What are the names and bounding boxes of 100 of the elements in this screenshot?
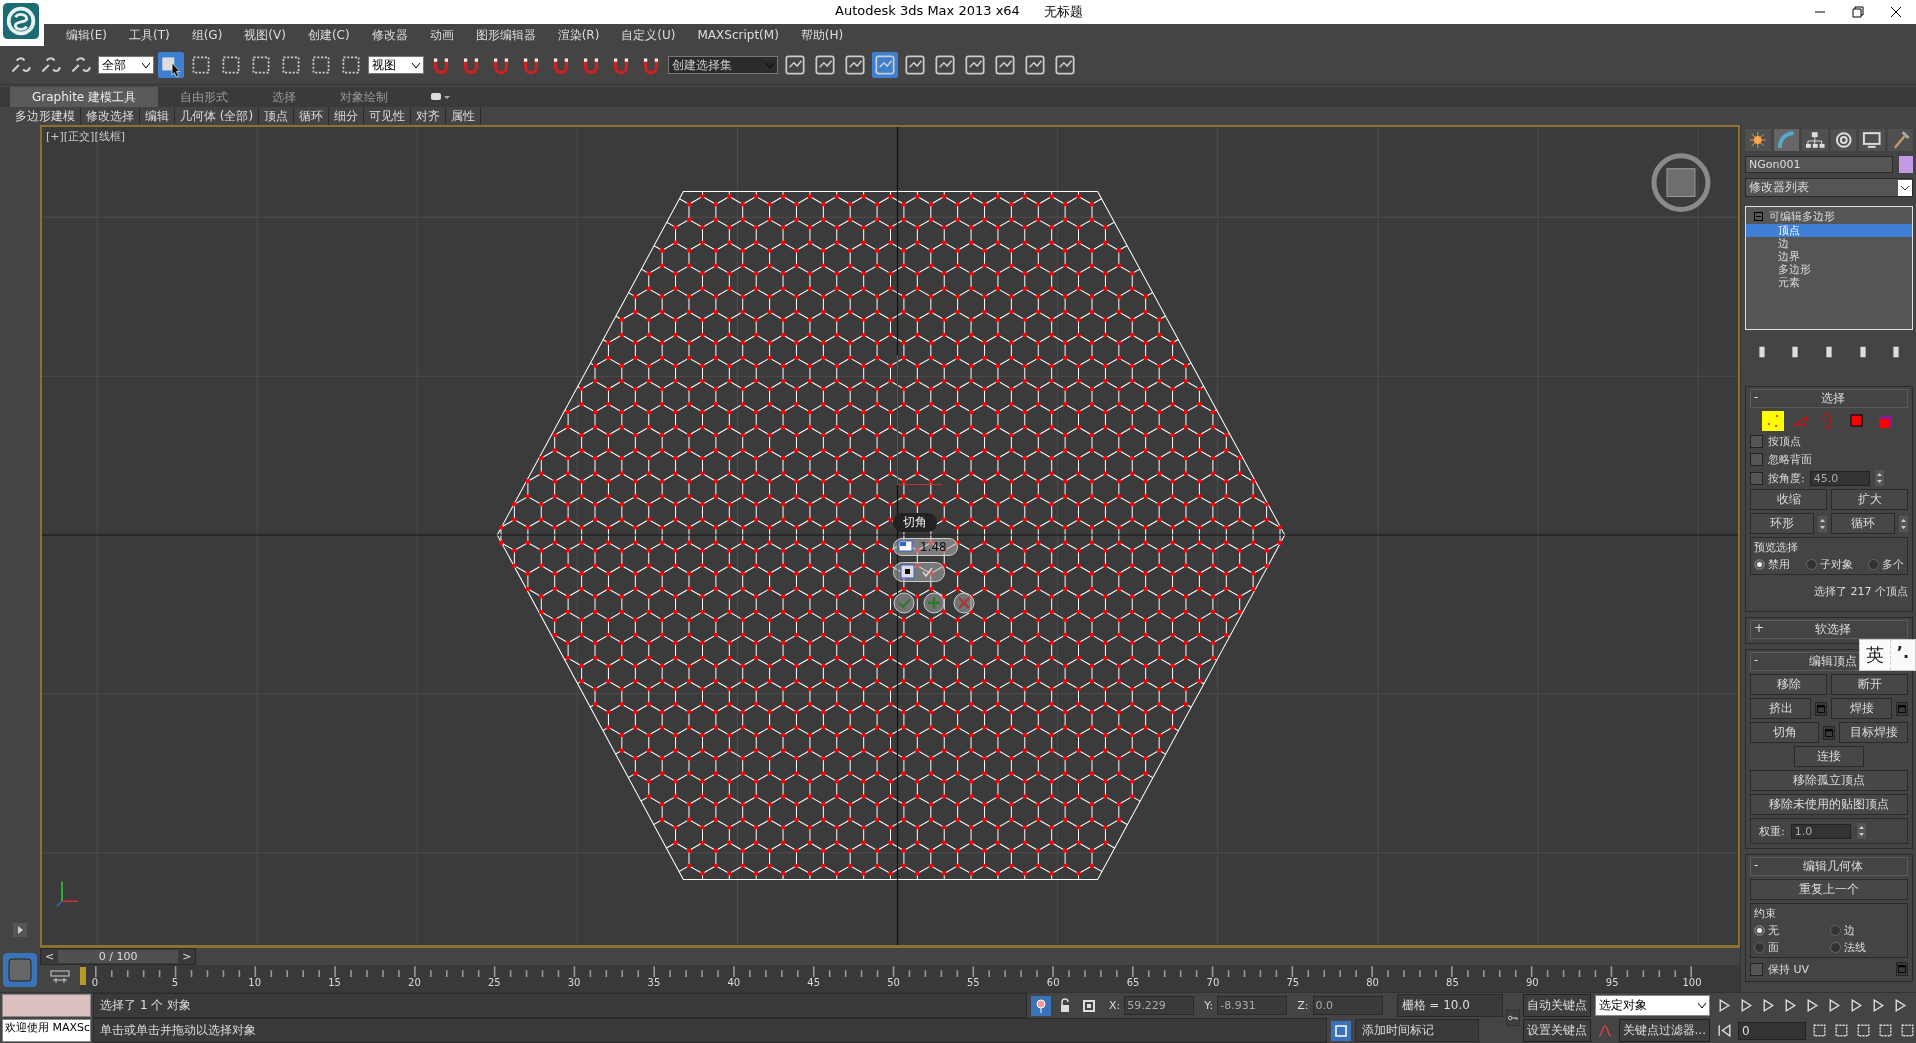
coordinate-field[interactable]: 0.0: [1312, 996, 1383, 1015]
tick-label: 35: [647, 977, 661, 988]
tick-label: 75: [1286, 977, 1300, 988]
menu-item[interactable]: 视图(V): [232, 26, 296, 44]
tick-label: 0: [91, 977, 99, 988]
tick-label: 45: [807, 977, 820, 988]
tick-label: 15: [328, 977, 341, 988]
radio-label: 子对象: [1819, 557, 1853, 572]
grid-size: 栅格 = 10.0: [1396, 994, 1503, 1017]
stack-subitem[interactable]: 边: [1746, 237, 1912, 250]
tick-label: 30: [567, 977, 581, 988]
object-name-field[interactable]: NGon001: [1745, 156, 1893, 173]
document-title: 无标题: [1043, 3, 1083, 21]
ribbon-tab[interactable]: 对象绘制: [318, 86, 411, 108]
ribbon-tab[interactable]: Graphite 建模工具: [10, 86, 159, 108]
tick-label: 70: [1206, 977, 1220, 988]
key-mode-dropdown[interactable]: 选定对象: [1594, 995, 1710, 1016]
menu-item[interactable]: 组(G): [179, 26, 233, 44]
coordinate-field[interactable]: 59.229: [1124, 996, 1195, 1015]
radio-label: 多个: [1882, 557, 1904, 572]
panel-button[interactable]: 重复上一个: [1750, 879, 1908, 900]
modifier-list-dropdown[interactable]: 修改器列表: [1745, 178, 1913, 197]
menu-item[interactable]: 工具(T): [116, 26, 180, 44]
ribbon-tab[interactable]: 选择: [250, 86, 319, 108]
panel-button[interactable]: 扩大: [1831, 489, 1908, 510]
prompt-text: 单击或单击并拖动以选择对象: [93, 1018, 1328, 1043]
checkbox-label: 保持 UV: [1768, 961, 1810, 977]
menu-item[interactable]: 自定义(U): [609, 26, 686, 44]
group-title: 预览选择: [1754, 540, 1799, 555]
rollout-header[interactable]: - 选择: [1750, 389, 1908, 408]
angle-field[interactable]: 45.0: [1809, 470, 1870, 486]
panel-button[interactable]: 循环: [1831, 513, 1895, 534]
menu-item[interactable]: MAXScript(M): [685, 28, 789, 42]
menu-item[interactable]: 修改器: [359, 26, 418, 44]
weight-label: 权重:: [1759, 823, 1785, 839]
panel-button[interactable]: 挤出: [1750, 698, 1811, 719]
panel-button[interactable]: 收缩: [1750, 489, 1827, 510]
tick-label: 40: [727, 977, 741, 988]
viewport-label[interactable]: [+][正交][线框]: [46, 129, 125, 144]
stack-subitem[interactable]: 元素: [1746, 276, 1912, 289]
panel-button[interactable]: 连接: [1794, 746, 1864, 767]
stack-item[interactable]: 可编辑多边形: [1769, 209, 1835, 224]
menu-item[interactable]: 创建(C): [295, 26, 360, 44]
tick-label: 80: [1366, 977, 1379, 988]
panel-button[interactable]: 焊接: [1831, 698, 1892, 719]
panel-button[interactable]: 移除: [1750, 674, 1827, 695]
panel-button[interactable]: 移除孤立顶点: [1750, 770, 1908, 791]
named-selection-dropdown[interactable]: 创建选择集: [668, 56, 778, 74]
tick-label: 10: [248, 977, 262, 988]
checkbox-label: 按顶点: [1768, 434, 1801, 449]
ime-status-menu[interactable]: 英 ’.: [1858, 639, 1916, 671]
checkbox-label: 忽略背面: [1768, 452, 1812, 467]
menu-item[interactable]: 帮助(H): [788, 26, 854, 44]
panel-button[interactable]: 环形: [1750, 513, 1814, 534]
checkbox-label: 按角度:: [1768, 470, 1805, 486]
coordinate-system-dropdown[interactable]: 视图: [368, 56, 424, 74]
caddy-title: 切角: [893, 513, 937, 532]
status-text: 选择了 1 个 对象: [93, 993, 1028, 1018]
current-frame-field[interactable]: 0: [1738, 1021, 1806, 1040]
coordinate-field[interactable]: -8.931: [1217, 996, 1288, 1015]
group-title: 约束: [1754, 906, 1777, 921]
listener-field[interactable]: 欢迎使用 MAXSc: [2, 1019, 92, 1042]
coordinate-label: Y:: [1204, 999, 1214, 1012]
menu-item[interactable]: 动画: [417, 26, 464, 44]
auto-key-button[interactable]: 自动关键点: [1522, 994, 1591, 1017]
selection-filter-dropdown[interactable]: 全部: [98, 56, 154, 74]
panel-button[interactable]: 切角: [1750, 722, 1819, 743]
tick-label: 20: [408, 977, 421, 988]
menu-item[interactable]: 图形编辑器: [463, 26, 546, 44]
weight-field[interactable]: 1.0: [1790, 823, 1851, 839]
radio-label: 法线: [1844, 940, 1866, 955]
window-title: Autodesk 3ds Max 2013 x64: [835, 3, 1020, 20]
tick-label: 95: [1605, 977, 1619, 988]
coordinate-label: X:: [1109, 999, 1121, 1012]
tick-label: 50: [887, 977, 900, 988]
coordinate-label: Z:: [1297, 999, 1309, 1012]
rollout-header[interactable]: + 软选择: [1750, 620, 1908, 639]
set-key-button[interactable]: 设置关键点: [1522, 1019, 1591, 1042]
tick-label: 60: [1046, 977, 1060, 988]
stack-subitem[interactable]: 顶点: [1746, 224, 1912, 237]
tick-label: 85: [1446, 977, 1459, 988]
rollout-header[interactable]: - 编辑几何体: [1750, 857, 1908, 876]
stack-subitem[interactable]: 多边形: [1746, 263, 1912, 276]
tick-label: 55: [967, 977, 980, 988]
tick-label: 5: [171, 977, 179, 988]
panel-button[interactable]: 断开: [1831, 674, 1908, 695]
radio-label: 面: [1768, 940, 1779, 955]
add-time-tag[interactable]: 添加时间标记: [1355, 1019, 1480, 1042]
menu-item[interactable]: 渲染(R): [545, 26, 610, 44]
key-filters-button[interactable]: 关键点过滤器...: [1618, 1019, 1710, 1042]
tick-label: 100: [1682, 977, 1702, 988]
radio-label: 禁用: [1768, 557, 1790, 572]
ime-mode[interactable]: 英: [1859, 640, 1891, 670]
panel-button[interactable]: 目标焊接: [1839, 722, 1908, 743]
tick-label: 25: [487, 977, 501, 988]
panel-button[interactable]: 移除未使用的贴图顶点: [1750, 794, 1908, 815]
selection-info: 选择了 217 个顶点: [1813, 584, 1908, 600]
ribbon-tab[interactable]: 自由形式: [158, 86, 251, 108]
menu-item[interactable]: 编辑(E): [54, 26, 117, 44]
stack-subitem[interactable]: 边界: [1746, 250, 1912, 263]
